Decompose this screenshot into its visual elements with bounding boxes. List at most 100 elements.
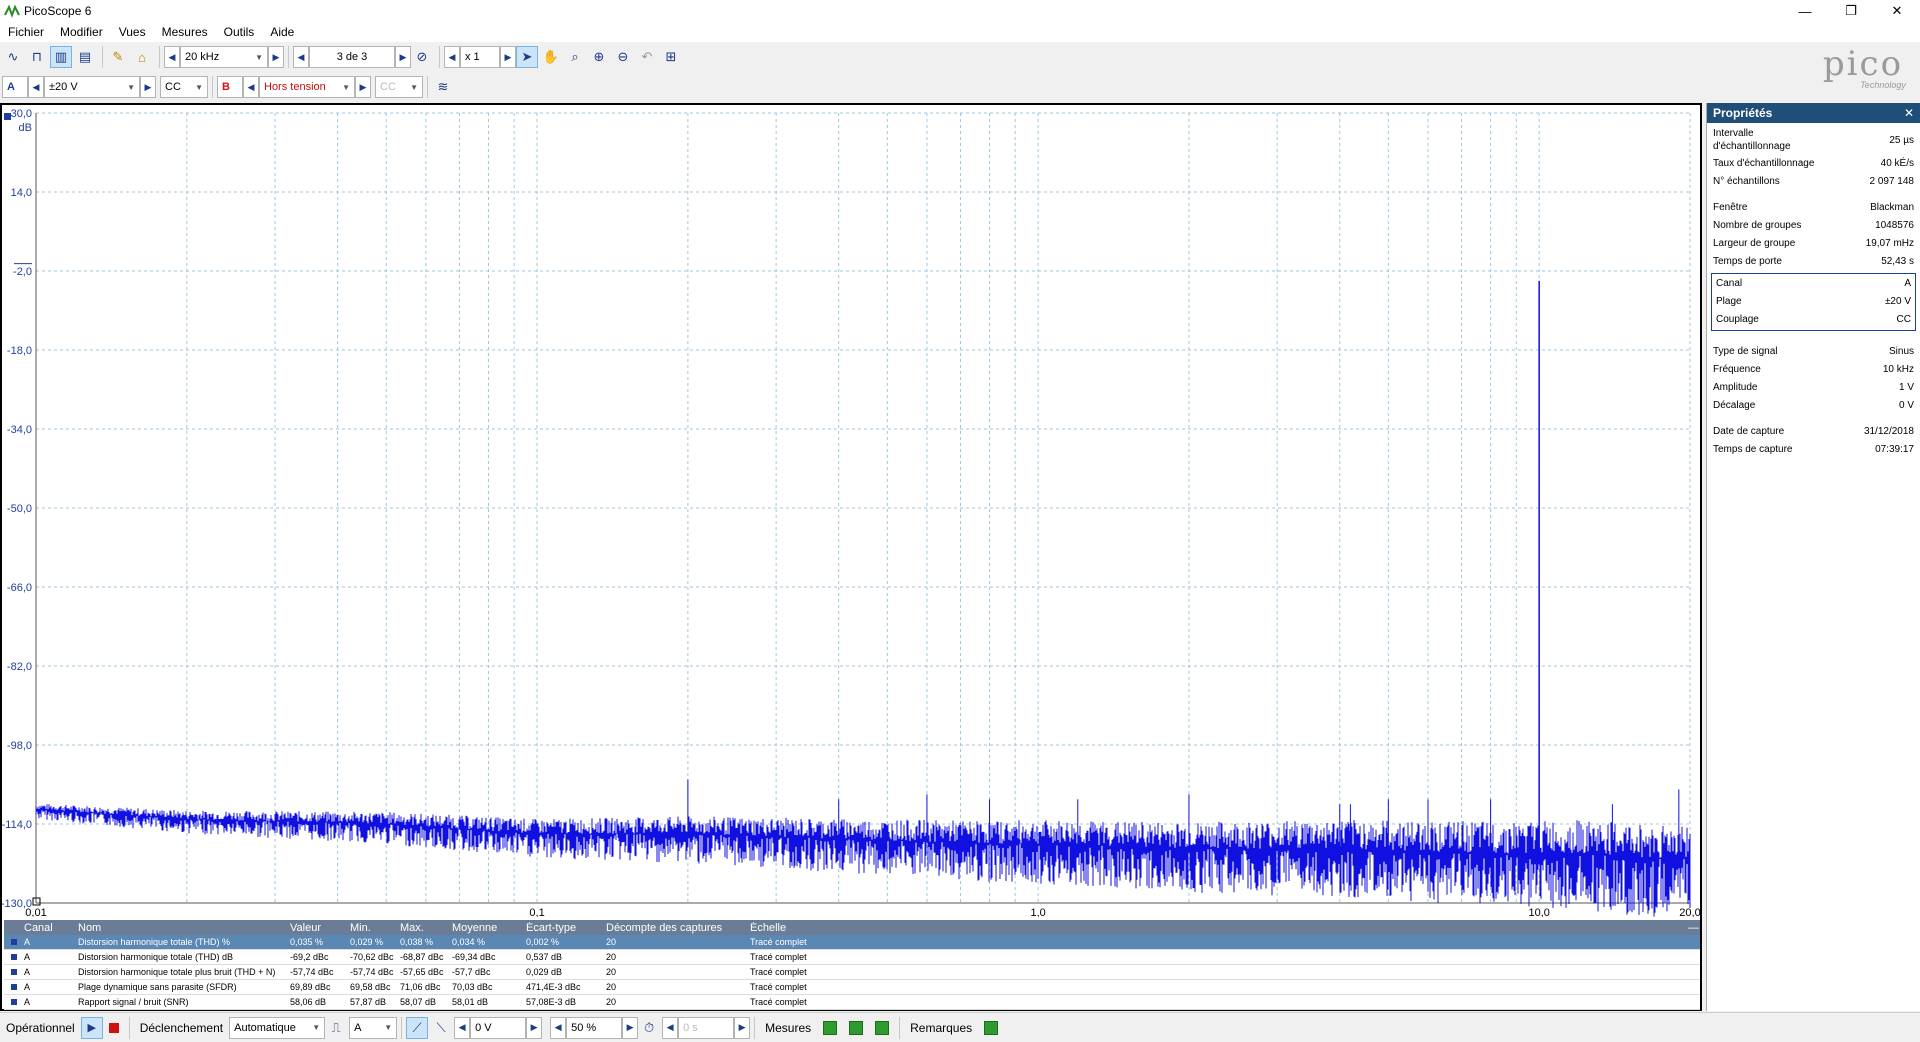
timebase-next-button[interactable]: ▶ (268, 46, 284, 68)
add-measure-icon[interactable] (823, 1020, 838, 1035)
zoom-region-icon[interactable]: ⌕ (564, 46, 586, 68)
zoom-overview-icon[interactable]: ⊞ (660, 46, 682, 68)
zoom-field[interactable]: x 1 (460, 46, 500, 68)
threshold-prev-button[interactable]: ◀ (454, 1016, 471, 1039)
advanced-trigger-icon[interactable]: ⎍ (325, 1017, 347, 1039)
coupling-a-select[interactable]: CC ▼ (160, 76, 208, 98)
menu-vues[interactable]: Vues (111, 25, 154, 39)
channel-b-button[interactable]: B (217, 76, 243, 98)
table-row[interactable]: A Distorsion harmonique totale (THD) dB -6… (4, 950, 1700, 965)
probe-icon[interactable]: ✎ (107, 46, 129, 68)
rising-edge-icon[interactable]: ⟋ (406, 1016, 429, 1039)
undo-zoom-icon[interactable]: ↶ (636, 46, 658, 68)
notes-icon[interactable] (984, 1020, 999, 1035)
column-header[interactable]: Canal (22, 922, 76, 934)
close-button[interactable]: ✕ (1874, 0, 1920, 22)
table-cell: 58,01 dB (452, 997, 489, 1007)
channel-a-marker[interactable] (4, 113, 11, 120)
table-cell: 0,002 % (526, 937, 560, 947)
delete-measure-icon[interactable] (875, 1020, 890, 1035)
zoom-in-icon[interactable]: ⊕ (588, 46, 610, 68)
home-icon[interactable]: ⌂ (131, 46, 153, 68)
pretrigger-next-button[interactable]: ▶ (622, 1016, 639, 1039)
table-row[interactable]: A Distorsion harmonique totale (THD) % 0,0… (4, 935, 1700, 950)
table-row[interactable]: A Distorsion harmonique totale plus bruit… (4, 965, 1700, 980)
pretrigger-prev-button[interactable]: ◀ (550, 1016, 567, 1039)
range-a-prev-button[interactable]: ◀ (28, 76, 44, 98)
delay-icon[interactable]: ⏱ (638, 1017, 660, 1039)
spectrum-chart[interactable]: 30,0 14,0 -2,0 -18,0 -34,0 -50,0 -66,0 -82,0 -98… (2, 105, 1700, 917)
timebase-prev-button[interactable]: ◀ (164, 46, 180, 68)
menu-fichier[interactable]: Fichier (0, 25, 52, 39)
zoom-out-icon[interactable]: ⊖ (612, 46, 634, 68)
persistence-mode-icon[interactable]: ⊓ (26, 46, 48, 68)
menu-outils[interactable]: Outils (216, 25, 263, 39)
collapse-icon[interactable]: — (1686, 922, 1700, 934)
spectrum-view[interactable]: 30,0 14,0 -2,0 -18,0 -34,0 -50,0 -66,0 -82,0 -98… (0, 103, 1702, 1011)
table-row[interactable]: A Plage dynamique sans parasite (SFDR) 69,… (4, 980, 1700, 995)
capture-next-button[interactable]: ▶ (395, 46, 411, 68)
edit-measure-icon[interactable] (849, 1020, 864, 1035)
property-gap (1713, 191, 1914, 199)
table-cell: Tracé complet (750, 967, 807, 977)
channel-properties-box: Canal A Plage ±20 V Couplage CC (1711, 273, 1916, 331)
coupling-b-select[interactable]: CC ▼ (375, 76, 423, 98)
falling-edge-icon[interactable]: ⟍ (430, 1017, 452, 1039)
column-header[interactable]: Décompte des captures (604, 922, 748, 934)
table-cell: -69,34 dBc (452, 952, 496, 962)
range-b-prev-button[interactable]: ◀ (243, 76, 259, 98)
y-tick-label: -114,0 (2, 819, 32, 831)
table-cell: 0,038 % (400, 937, 434, 947)
capture-prev-button[interactable]: ◀ (293, 46, 309, 68)
table-row[interactable]: A Rapport signal / bruit (SNR) 58,06 dB 57,… (4, 995, 1700, 1010)
property-value: 25 µs (1889, 134, 1914, 146)
x-tick-label: 0,01 (25, 907, 46, 917)
pointer-tool-icon[interactable]: ➤ (516, 46, 538, 68)
start-button[interactable]: ▶ (80, 1016, 103, 1039)
zoom-next-button[interactable]: ▶ (500, 46, 516, 68)
range-a-select[interactable]: ±20 V ▼ (44, 76, 140, 98)
menu-modifier[interactable]: Modifier (52, 25, 111, 39)
zoom-prev-button[interactable]: ◀ (444, 46, 460, 68)
pretrigger-field[interactable]: 50 % (566, 1016, 623, 1039)
column-header[interactable]: Échelle (748, 922, 1686, 934)
spectrum-mode-icon[interactable]: ▥ (50, 46, 72, 68)
channel-a-button[interactable]: A (2, 76, 28, 98)
property-label: Largeur de groupe (1713, 237, 1796, 249)
property-row: Fréquence 10 kHz (1713, 361, 1914, 377)
close-icon[interactable]: ✕ (1904, 106, 1914, 120)
property-row: Décalage 0 V (1713, 397, 1914, 413)
scope-mode-icon[interactable]: ∿ (2, 46, 24, 68)
trigger-mode-select[interactable]: Automatique ▼ (229, 1016, 326, 1039)
column-header[interactable]: Nom (76, 922, 288, 934)
column-header[interactable]: Moyenne (450, 922, 524, 934)
delay-prev-button[interactable]: ◀ (662, 1016, 679, 1039)
range-a-next-button[interactable]: ▶ (140, 76, 156, 98)
spectrum-options-icon[interactable]: ▤ (74, 46, 96, 68)
restore-button[interactable]: ❐ (1828, 0, 1874, 22)
column-header[interactable]: Valeur (288, 922, 348, 934)
column-header[interactable]: Max. (398, 922, 450, 934)
y-tick-label: 14,0 (11, 187, 32, 199)
threshold-field[interactable]: 0 V (470, 1016, 527, 1039)
title-bar: PicoScope 6 — ❐ ✕ (0, 0, 1920, 22)
range-b-next-button[interactable]: ▶ (355, 76, 371, 98)
buffer-navigator-icon[interactable]: ⊘ (411, 46, 433, 68)
range-b-select[interactable]: Hors tension ▼ (259, 76, 355, 98)
column-header[interactable]: Min. (348, 922, 398, 934)
chevron-down-icon: ▼ (255, 52, 263, 62)
signal-generator-icon[interactable]: ≋ (432, 76, 454, 98)
delay-field[interactable]: 0 s (678, 1016, 735, 1039)
column-header[interactable]: Écart-type (524, 922, 604, 934)
hand-tool-icon[interactable]: ✋ (540, 46, 562, 68)
trigger-channel-select[interactable]: A ▼ (349, 1016, 398, 1039)
capture-index-field[interactable]: 3 de 3 (309, 46, 395, 68)
delay-next-button[interactable]: ▶ (734, 1016, 751, 1039)
property-label: Canal (1716, 277, 1743, 289)
threshold-next-button[interactable]: ▶ (526, 1016, 543, 1039)
menu-aide[interactable]: Aide (262, 25, 302, 39)
stop-button[interactable] (108, 1022, 119, 1033)
minimize-button[interactable]: — (1782, 0, 1828, 22)
timebase-select[interactable]: 20 kHz ▼ (180, 46, 268, 68)
menu-mesures[interactable]: Mesures (154, 25, 216, 39)
